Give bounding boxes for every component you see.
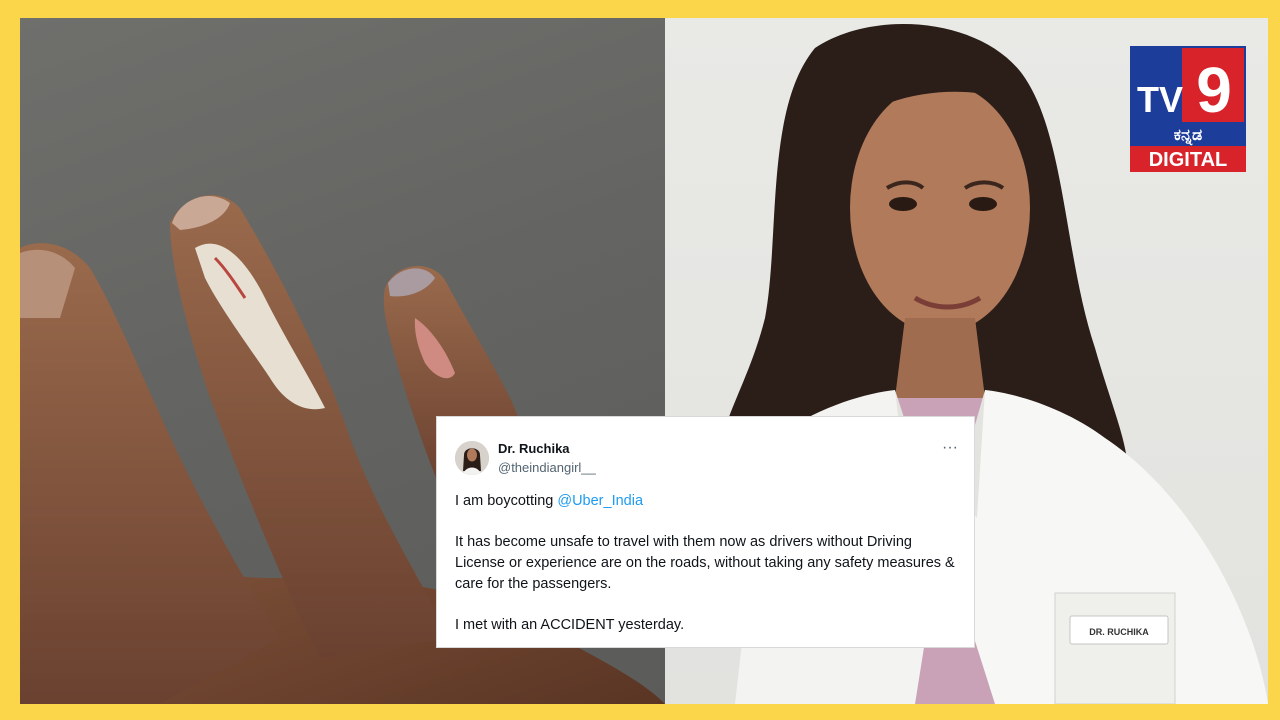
logo-number: 9: [1196, 54, 1232, 126]
tweet-text: I am boycotting @Uber_India It has becom…: [455, 491, 960, 656]
more-options-icon[interactable]: ···: [942, 439, 958, 457]
logo-tagline: DIGITAL: [1149, 149, 1228, 171]
logo-kannada-text: ಕನ್ನಡ: [1174, 125, 1202, 146]
logo-tv-text: TV: [1137, 79, 1183, 120]
tweet-line-prefix: I am boycotting: [455, 493, 558, 509]
tweet-paragraph-1: I am boycotting @Uber_India: [455, 491, 960, 512]
name-badge-text: DR. RUCHIKA: [1089, 627, 1149, 637]
mention-link[interactable]: @Uber_India: [557, 493, 643, 509]
tv9-kannada-digital-logo: TV 9 ಕನ್ನಡ DIGITAL: [1130, 46, 1246, 172]
tweet-card: Dr. Ruchika @theindiangirl__ ··· I am bo…: [436, 416, 975, 648]
avatar[interactable]: [455, 441, 489, 475]
tweet-paragraph-2: It has become unsafe to travel with them…: [455, 534, 955, 592]
avatar-image: [455, 441, 489, 475]
tweet-paragraph-3: I met with an ACCIDENT yesterday.: [455, 617, 685, 633]
author-name[interactable]: Dr. Ruchika: [498, 441, 570, 456]
author-handle[interactable]: @theindiangirl__: [498, 460, 596, 475]
